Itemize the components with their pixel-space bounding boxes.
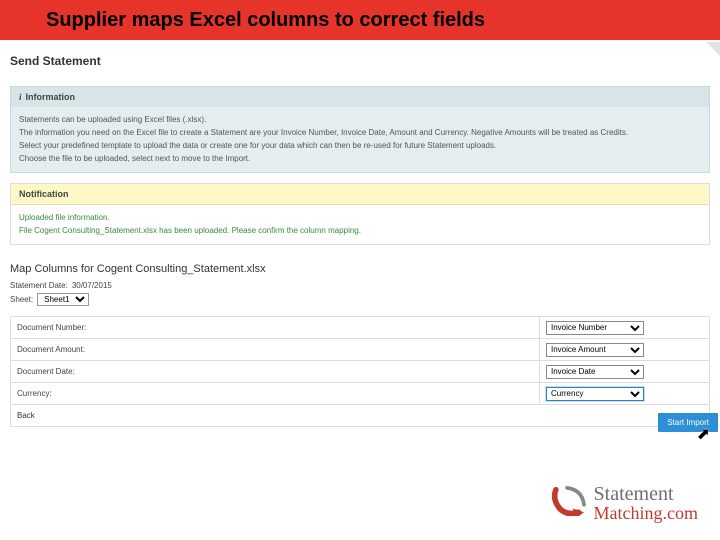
sheet-line: Sheet: Sheet1 bbox=[10, 293, 710, 306]
column-mapping-table: Document Number: Invoice Number Document… bbox=[10, 316, 710, 427]
info-icon: i bbox=[19, 92, 22, 102]
back-button[interactable]: Back bbox=[17, 411, 35, 420]
info-heading-text: Information bbox=[26, 92, 76, 102]
notification-panel: Notification Uploaded file information. … bbox=[10, 183, 710, 245]
map-columns-title: Map Columns for Cogent Consulting_Statem… bbox=[10, 263, 710, 275]
start-import-button[interactable]: Start Import bbox=[658, 413, 718, 432]
logo-mark-icon bbox=[550, 486, 588, 521]
information-panel: i Information Statements can be uploaded … bbox=[10, 86, 710, 173]
sheet-select[interactable]: Sheet1 bbox=[37, 293, 89, 306]
statement-date-line: Statement Date: 30/07/2015 bbox=[10, 281, 710, 290]
field-label: Document Amount: bbox=[11, 339, 540, 361]
logo-text: Statement Matching.com bbox=[594, 484, 698, 522]
notification-line: File Cogent Consulting_Statement.xlsx ha… bbox=[19, 225, 701, 237]
brand-logo: Statement Matching.com bbox=[550, 484, 698, 522]
document-date-select[interactable]: Invoice Date bbox=[546, 365, 644, 379]
statement-date-value: 30/07/2015 bbox=[72, 281, 112, 290]
table-row: Currency: Currency bbox=[11, 383, 710, 405]
title-banner: Supplier maps Excel columns to correct f… bbox=[0, 0, 720, 40]
statement-date-label: Statement Date: bbox=[10, 281, 68, 290]
currency-select[interactable]: Currency bbox=[546, 387, 644, 401]
table-row: Document Number: Invoice Number bbox=[11, 317, 710, 339]
info-line: Statements can be uploaded using Excel f… bbox=[19, 114, 701, 126]
sheet-label: Sheet: bbox=[10, 295, 33, 304]
field-label: Document Date: bbox=[11, 361, 540, 383]
table-row: Back bbox=[11, 405, 710, 427]
slide-title: Supplier maps Excel columns to correct f… bbox=[46, 9, 485, 32]
document-number-select[interactable]: Invoice Number bbox=[546, 321, 644, 335]
document-amount-select[interactable]: Invoice Amount bbox=[546, 343, 644, 357]
info-line: The information you need on the Excel fi… bbox=[19, 127, 701, 139]
notification-heading: Notification bbox=[11, 184, 709, 205]
info-line: Select your predefined template to uploa… bbox=[19, 140, 701, 152]
field-label: Currency: bbox=[11, 383, 540, 405]
notification-line: Uploaded file information. bbox=[19, 212, 701, 224]
information-body: Statements can be uploaded using Excel f… bbox=[11, 107, 709, 172]
table-row: Document Amount: Invoice Amount bbox=[11, 339, 710, 361]
info-line: Choose the file to be uploaded, select n… bbox=[19, 153, 701, 165]
page-title: Send Statement bbox=[10, 54, 710, 68]
information-heading: i Information bbox=[11, 87, 709, 107]
field-label: Document Number: bbox=[11, 317, 540, 339]
logo-text-top: Statement bbox=[594, 484, 698, 504]
table-row: Document Date: Invoice Date bbox=[11, 361, 710, 383]
notification-body: Uploaded file information. File Cogent C… bbox=[11, 205, 709, 244]
logo-text-bottom: Matching.com bbox=[594, 504, 698, 522]
